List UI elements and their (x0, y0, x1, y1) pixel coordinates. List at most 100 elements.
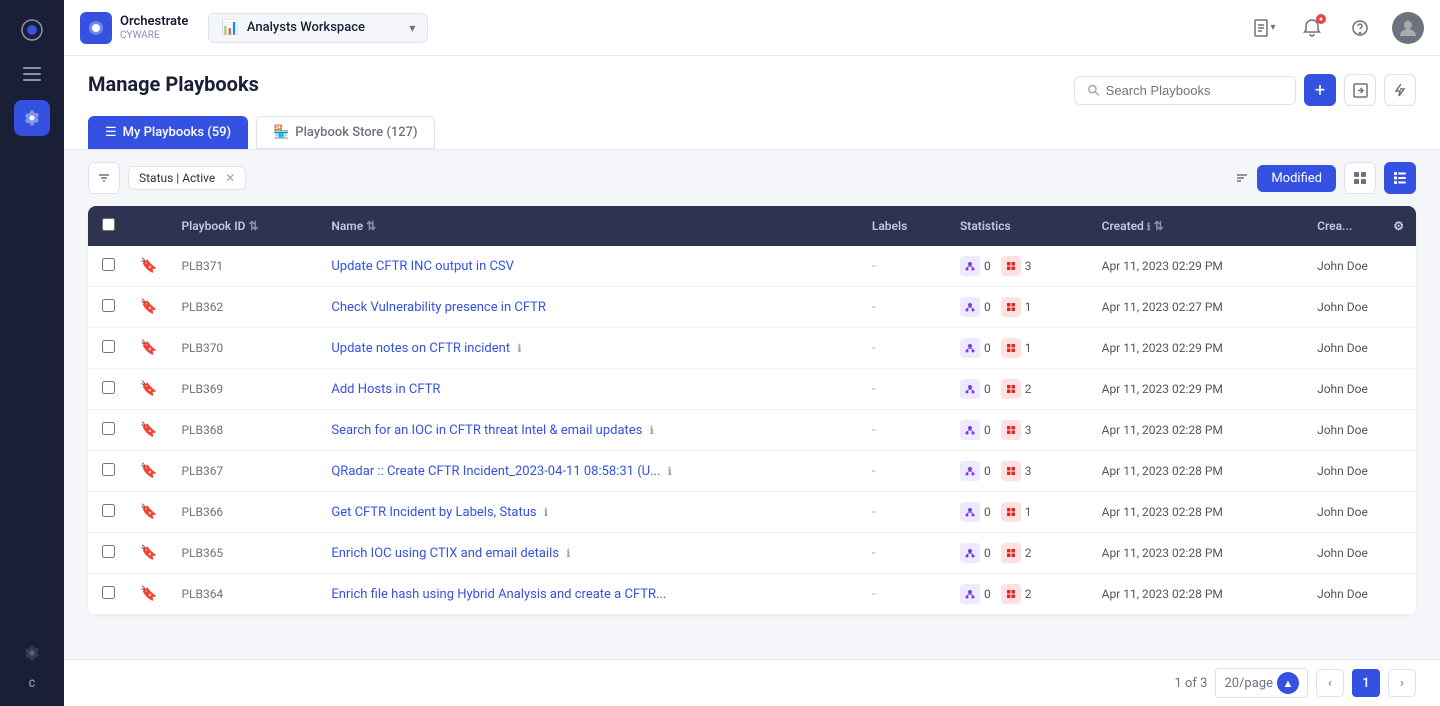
info-icon[interactable]: ℹ (566, 547, 570, 560)
row-checkbox[interactable] (102, 299, 115, 312)
bookmark-icon[interactable]: 🔖 (140, 422, 157, 438)
sort-label: Modified (1271, 171, 1322, 186)
row-name-cell: Enrich IOC using CTIX and email details … (319, 533, 859, 574)
row-checkbox[interactable] (102, 586, 115, 599)
table-row: 🔖 PLB366 Get CFTR Incident by Labels, St… (88, 492, 1416, 533)
row-checkbox[interactable] (102, 463, 115, 476)
bookmark-icon[interactable]: 🔖 (140, 381, 157, 397)
help-icon[interactable] (1344, 12, 1376, 44)
creator-name: John Doe (1317, 464, 1368, 478)
row-checkbox[interactable] (102, 381, 115, 394)
prev-page-button[interactable]: ‹ (1316, 669, 1344, 697)
playbook-link[interactable]: Update notes on CFTR incident (331, 341, 510, 356)
row-checkbox[interactable] (102, 422, 115, 435)
playbook-store-tab-label: Playbook Store (127) (295, 125, 417, 140)
table-row: 🔖 PLB367 QRadar :: Create CFTR Incident_… (88, 451, 1416, 492)
stat-tasks-count: 2 (1025, 587, 1032, 601)
row-statistics-cell: 0 1 (948, 328, 1090, 369)
col-name[interactable]: Name ⇅ (319, 206, 859, 246)
col-playbook-id[interactable]: Playbook ID ⇅ (169, 206, 319, 246)
row-creator-cell: John Doe (1305, 574, 1416, 615)
topbar: Orchestrate CYWARE 📊 Analysts Workspace … (64, 0, 1440, 56)
sidebar-settings-icon[interactable] (14, 100, 50, 136)
sort-control[interactable] (1235, 171, 1249, 185)
next-page-button[interactable]: › (1388, 669, 1416, 697)
search-icon (1087, 83, 1100, 97)
playbook-link[interactable]: Get CFTR Incident by Labels, Status (331, 505, 536, 520)
logo-subtitle: CYWARE (120, 30, 188, 41)
sidebar-gear-bottom-icon[interactable] (14, 635, 50, 671)
info-icon[interactable]: ℹ (544, 506, 548, 519)
filter-button[interactable] (88, 162, 120, 194)
row-bookmark-cell: 🔖 (128, 246, 169, 287)
playbooks-table: Playbook ID ⇅ Name ⇅ Labels Statistics C… (88, 206, 1416, 615)
stat-executions: 0 (960, 297, 991, 317)
row-created-cell: Apr 11, 2023 02:29 PM (1090, 369, 1305, 410)
row-checkbox[interactable] (102, 340, 115, 353)
export-button[interactable] (1344, 74, 1376, 106)
bookmark-icon[interactable]: 🔖 (140, 504, 157, 520)
stat-purple-icon (960, 461, 980, 481)
playbook-id: PLB369 (181, 382, 223, 396)
list-view-button[interactable] (1384, 162, 1416, 194)
stat-tasks-count: 1 (1025, 341, 1032, 355)
bookmark-icon[interactable]: 🔖 (140, 586, 157, 602)
row-checkbox[interactable] (102, 545, 115, 558)
stat-tasks-count: 3 (1025, 259, 1032, 273)
sidebar-menu-icon[interactable] (14, 56, 50, 92)
playbook-link[interactable]: Enrich IOC using CTIX and email details (331, 546, 559, 561)
stat-executions: 0 (960, 461, 991, 481)
creator-name: John Doe (1317, 382, 1368, 396)
sort-modified-button[interactable]: Modified (1257, 165, 1336, 192)
select-all-checkbox[interactable] (102, 218, 115, 231)
document-icon[interactable]: ▾ (1248, 12, 1280, 44)
row-statistics-cell: 0 3 (948, 246, 1090, 287)
playbook-link[interactable]: Check Vulnerability presence in CFTR (331, 300, 546, 315)
column-settings-icon[interactable]: ⚙ (1393, 219, 1404, 233)
info-icon[interactable]: ℹ (517, 342, 521, 355)
row-labels-cell: - (860, 328, 948, 369)
tab-my-playbooks[interactable]: ☰ My Playbooks (59) (88, 116, 248, 149)
playbook-link[interactable]: Add Hosts in CFTR (331, 382, 440, 397)
search-box[interactable] (1074, 76, 1296, 105)
sort-icon (1235, 171, 1249, 185)
bookmark-icon[interactable]: 🔖 (140, 340, 157, 356)
scroll-up-button[interactable]: ▲ (1277, 672, 1299, 694)
info-icon[interactable]: ℹ (668, 465, 672, 478)
playbook-link[interactable]: Enrich file hash using Hybrid Analysis a… (331, 587, 666, 602)
search-input[interactable] (1106, 83, 1283, 98)
row-checkbox[interactable] (102, 504, 115, 517)
workspace-name: Analysts Workspace (247, 20, 402, 35)
sidebar: C (0, 0, 64, 706)
per-page-selector[interactable]: 20/page ▲ (1215, 668, 1308, 698)
tabs-row: ☰ My Playbooks (59) 🏪 Playbook Store (12… (88, 116, 1416, 149)
workspace-selector[interactable]: 📊 Analysts Workspace ▾ (208, 13, 428, 43)
stat-executions-count: 0 (984, 505, 991, 519)
info-icon[interactable]: ℹ (650, 424, 654, 437)
col-created[interactable]: Created ℹ ⇅ (1090, 206, 1305, 246)
lightning-button[interactable] (1384, 74, 1416, 106)
playbook-link[interactable]: QRadar :: Create CFTR Incident_2023-04-1… (331, 464, 660, 479)
add-playbook-button[interactable]: + (1304, 74, 1336, 106)
playbook-link[interactable]: Search for an IOC in CFTR threat Intel &… (331, 423, 642, 438)
bookmark-icon[interactable]: 🔖 (140, 463, 157, 479)
created-date: Apr 11, 2023 02:28 PM (1102, 587, 1223, 601)
row-labels-cell: - (860, 410, 948, 451)
creator-name: John Doe (1317, 300, 1368, 314)
grid-view-button[interactable] (1344, 162, 1376, 194)
row-checkbox[interactable] (102, 258, 115, 271)
bookmark-icon[interactable]: 🔖 (140, 545, 157, 561)
my-playbooks-tab-label: My Playbooks (59) (123, 125, 231, 140)
status-filter-chip[interactable]: Status | Active ✕ (128, 166, 246, 190)
bookmark-icon[interactable]: 🔖 (140, 299, 157, 315)
created-date: Apr 11, 2023 02:29 PM (1102, 341, 1223, 355)
user-avatar[interactable] (1392, 12, 1424, 44)
playbook-link[interactable]: Update CFTR INC output in CSV (331, 259, 514, 274)
bookmark-icon[interactable]: 🔖 (140, 258, 157, 274)
row-creator-cell: John Doe (1305, 287, 1416, 328)
filter-chip-close-icon[interactable]: ✕ (225, 171, 235, 185)
tab-playbook-store[interactable]: 🏪 Playbook Store (127) (256, 116, 434, 149)
row-id-cell: PLB368 (169, 410, 319, 451)
notifications-icon[interactable]: ● (1296, 12, 1328, 44)
current-page-number[interactable]: 1 (1352, 669, 1380, 697)
